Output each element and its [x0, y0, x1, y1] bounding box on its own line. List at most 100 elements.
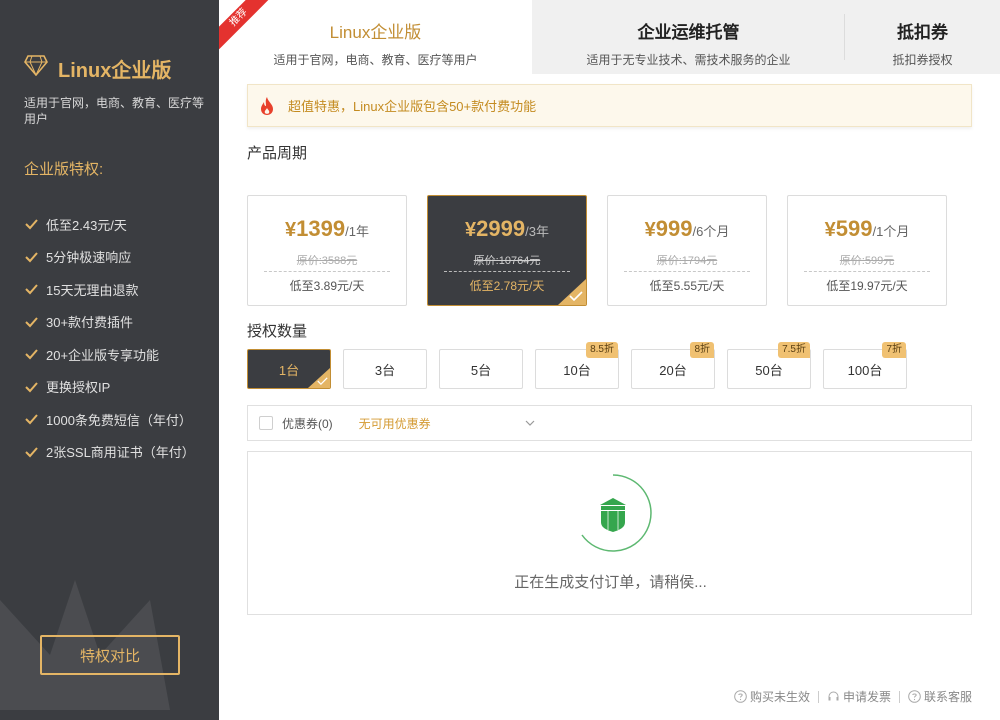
quantity-option-10[interactable]: 10台 8.5折: [535, 342, 619, 389]
tab-title: 企业运维托管: [637, 23, 740, 42]
original-price: 原价:10764元: [444, 252, 570, 272]
quantity-label-text: 3台: [374, 362, 396, 378]
check-icon: [25, 447, 38, 458]
chevron-down-icon[interactable]: [525, 419, 535, 427]
fire-icon: [261, 96, 273, 115]
period-label: 产品周期: [247, 145, 308, 162]
tab-subtitle: 适用于无专业技术、需技术服务的企业: [586, 53, 791, 67]
check-icon: [25, 317, 38, 328]
coupon-label: 优惠券(0): [282, 416, 333, 431]
period-option-3-year[interactable]: ¥2999/3年 原价:10764元 低至2.78元/天: [427, 195, 587, 306]
quantity-label: 授权数量: [247, 323, 308, 340]
not-effective-link[interactable]: 购买未生效: [734, 688, 810, 705]
privilege-label: 30+款付费插件: [46, 315, 134, 331]
promo-notice-text: 超值特惠，Linux企业版包含50+款付费功能: [288, 99, 537, 114]
sidebar-title: Linux企业版: [58, 60, 172, 82]
daily-price: 低至3.89元/天: [289, 279, 365, 293]
sidebar: Linux企业版 适用于官网，电商、教育、医疗等用户 企业版特权: 低至2.43…: [0, 0, 219, 720]
check-icon: [25, 414, 38, 425]
diamond-icon: [24, 55, 48, 76]
tab-subtitle: 抵扣券授权: [892, 53, 953, 67]
sidebar-description: 适用于官网，电商、教育、医疗等用户: [24, 96, 205, 126]
privilege-label: 更换授权IP: [46, 380, 111, 396]
not-effective-label: 购买未生效: [749, 690, 810, 704]
privilege-label: 15天无理由退款: [46, 282, 139, 298]
recommend-ribbon: 推荐: [219, 0, 269, 50]
privilege-item: 5分钟极速响应: [24, 241, 195, 274]
tab-title: 抵扣券: [897, 23, 948, 42]
coupon-checkbox[interactable]: [259, 416, 273, 430]
privilege-item: 1000条免费短信（年付）: [24, 403, 195, 436]
footer-divider: [817, 690, 819, 703]
tab-subtitle: 适用于官网，电商、教育、医疗等用户: [273, 53, 478, 67]
payment-status-text: 正在生成支付订单，请稍侯...: [514, 574, 707, 591]
footer-divider: [898, 690, 900, 703]
quantity-label-text: 50台: [755, 362, 783, 378]
price-unit: /3年: [525, 224, 549, 239]
check-icon: [25, 284, 38, 295]
question-circle-icon: [908, 690, 921, 703]
original-price: 原价:3588元: [264, 252, 390, 272]
discount-badge: 7.5折: [778, 342, 810, 358]
discount-badge: 8折: [690, 342, 714, 358]
invoice-link[interactable]: 申请发票: [827, 688, 891, 705]
privilege-label: 20+企业版专享功能: [46, 347, 160, 363]
privilege-item: 低至2.43元/天: [24, 208, 195, 241]
invoice-label: 申请发票: [842, 690, 891, 704]
currency-symbol: ¥: [465, 219, 477, 241]
headset-icon: [828, 691, 839, 701]
price-value: 2999: [476, 216, 526, 241]
quantity-label-text: 1台: [278, 362, 300, 378]
original-price: 原价:1794元: [624, 252, 750, 272]
promo-notice: 超值特惠，Linux企业版包含50+款付费功能: [247, 84, 972, 127]
privileges-heading: 企业版特权:: [24, 161, 104, 178]
privilege-label: 低至2.43元/天: [46, 217, 127, 233]
check-icon: [317, 377, 328, 385]
privilege-item: 15天无理由退款: [24, 273, 195, 306]
loading-spinner: [581, 474, 652, 552]
privilege-item: 2张SSL商用证书（年付）: [24, 436, 195, 469]
quantity-option-50[interactable]: 50台 7.5折: [727, 342, 811, 389]
quantity-option-100[interactable]: 100台 7折: [823, 342, 907, 389]
daily-price: 低至5.55元/天: [649, 279, 725, 293]
currency-symbol: ¥: [285, 219, 297, 241]
period-option-6-month[interactable]: ¥999/6个月 原价:1794元 低至5.55元/天: [607, 195, 767, 306]
period-option-1-year[interactable]: ¥1399/1年 原价:3588元 低至3.89元/天: [247, 195, 407, 306]
quantity-label-text: 20台: [659, 362, 687, 378]
shield-icon: [600, 498, 626, 532]
tab-coupon[interactable]: 抵扣券 抵扣券授权: [845, 0, 1000, 74]
recommend-badge: 推荐: [219, 0, 269, 50]
quantity-option-5[interactable]: 5台: [439, 349, 523, 389]
currency-symbol: ¥: [644, 219, 656, 241]
privilege-label: 2张SSL商用证书（年付）: [46, 445, 195, 461]
quantity-option-1[interactable]: 1台: [247, 349, 331, 389]
quantity-label-text: 5台: [470, 362, 492, 378]
tab-ops-hosting[interactable]: 企业运维托管 适用于无专业技术、需技术服务的企业: [532, 0, 845, 74]
currency-symbol: ¥: [824, 219, 836, 241]
check-icon: [25, 219, 38, 230]
period-option-1-month[interactable]: ¥599/1个月 原价:599元 低至19.97元/天: [787, 195, 947, 306]
question-circle-icon: [734, 690, 747, 703]
support-link[interactable]: 联系客服: [908, 688, 972, 705]
check-icon: [25, 349, 38, 360]
quantity-option-3[interactable]: 3台: [343, 349, 427, 389]
quantity-option-20[interactable]: 20台 8折: [631, 342, 715, 389]
coupon-row: 优惠券(0) 无可用优惠券: [247, 405, 972, 441]
price-unit: /6个月: [692, 224, 730, 239]
privileges-list: 低至2.43元/天 5分钟极速响应 15天无理由退款 30+款付费插件 20+企…: [24, 208, 195, 468]
privilege-item: 更换授权IP: [24, 371, 195, 404]
price-value: 1399: [296, 216, 346, 241]
price-unit: /1个月: [872, 224, 910, 239]
privilege-item: 30+款付费插件: [24, 306, 195, 339]
original-price: 原价:599元: [804, 252, 930, 272]
privilege-label: 1000条免费短信（年付）: [46, 412, 192, 428]
coupon-select[interactable]: 无可用优惠券: [359, 415, 431, 432]
quantity-label-text: 100台: [847, 362, 883, 378]
product-tabs: 推荐 Linux企业版 适用于官网，电商、教育、医疗等用户 企业运维托管 适用于…: [219, 0, 1000, 74]
compare-privileges-button[interactable]: 特权对比: [40, 635, 180, 675]
price-value: 999: [655, 216, 693, 241]
privilege-item: 20+企业版专享功能: [24, 338, 195, 371]
tab-linux-enterprise[interactable]: 推荐 Linux企业版 适用于官网，电商、教育、医疗等用户: [219, 0, 532, 74]
footer-links: 购买未生效 申请发票 联系客服: [734, 688, 972, 705]
price-value: 599: [835, 216, 873, 241]
